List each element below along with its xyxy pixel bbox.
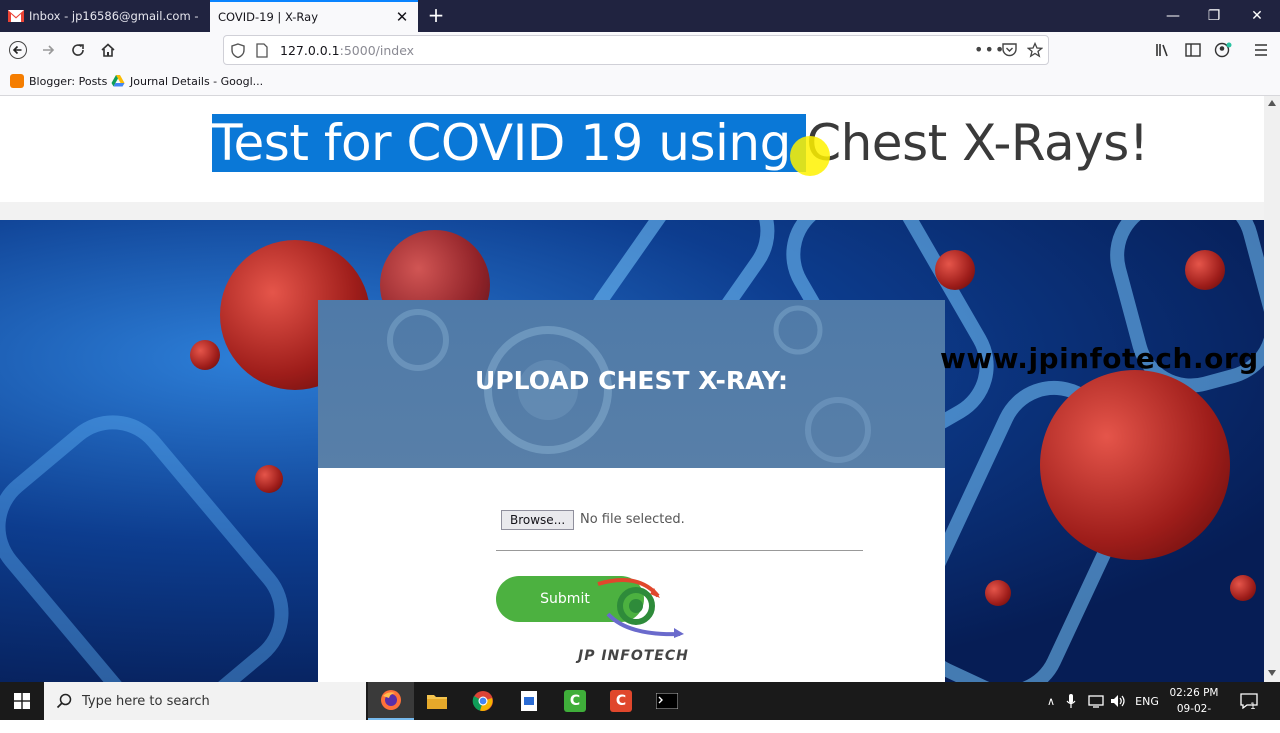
virus-illustration	[255, 465, 283, 493]
notification-center[interactable]: 1	[1236, 682, 1262, 720]
pocket-icon[interactable]	[1002, 43, 1017, 57]
search-icon	[56, 693, 72, 709]
volume-icon[interactable]	[1110, 693, 1126, 709]
virus-illustration	[1185, 250, 1225, 290]
home-icon	[101, 43, 115, 57]
page-header: Test for COVID 19 using Chest X-Rays!	[0, 96, 1264, 202]
page-scrollbar[interactable]	[1264, 96, 1280, 682]
virus-illustration	[1040, 370, 1230, 560]
taskbar-camtasia-red[interactable]: C	[598, 682, 644, 720]
camtasia-recorder-icon: C	[610, 690, 632, 712]
url-path: :5000/index	[339, 43, 415, 58]
gmail-icon	[8, 8, 24, 24]
language-indicator[interactable]: ENG	[1132, 682, 1162, 720]
forward-button[interactable]	[34, 36, 62, 64]
bookmark-blogger-posts[interactable]: Blogger: Posts	[10, 74, 107, 88]
url-host: 127.0.0.1	[280, 43, 340, 58]
blogger-icon	[10, 74, 24, 88]
url-text[interactable]: 127.0.0.1:5000/index	[280, 43, 414, 58]
menu-icon[interactable]	[1253, 43, 1269, 57]
chrome-icon	[472, 691, 493, 711]
cursor-highlight	[790, 136, 830, 176]
selected-title-text: Test for COVID 19 using	[212, 114, 807, 172]
virus-illustration	[190, 340, 220, 370]
new-tab-button[interactable]: +	[425, 4, 447, 26]
file-status-label: No file selected.	[580, 512, 685, 527]
upload-heading: UPLOAD CHEST X-RAY:	[475, 366, 788, 395]
sidebar-icon[interactable]	[1185, 43, 1201, 57]
header-divider	[0, 202, 1264, 220]
document-icon	[521, 691, 537, 711]
minimize-icon[interactable]: —	[1150, 0, 1196, 32]
taskbar-chrome[interactable]	[460, 682, 506, 720]
taskbar-terminal[interactable]	[644, 682, 690, 720]
file-input-underline	[496, 550, 863, 551]
brand-name: JP INFOTECH	[578, 648, 689, 664]
bookmark-star-icon[interactable]	[1027, 42, 1043, 58]
terminal-icon	[656, 693, 678, 709]
virus-illustration	[1230, 575, 1256, 601]
hero-background: UPLOAD CHEST X-RAY: Browse... No file se…	[0, 220, 1264, 682]
tab-covid-xray[interactable]: COVID-19 | X-Ray ✕	[210, 0, 418, 32]
network-icon[interactable]	[1088, 694, 1104, 708]
navigation-bar: 127.0.0.1:5000/index •••	[0, 32, 1280, 68]
close-icon[interactable]: ✕	[394, 9, 410, 25]
tray-expand-icon[interactable]: ∧	[1042, 682, 1060, 720]
title-bar: Inbox - jp16586@gmail.com - G COVID-19 |…	[0, 0, 1280, 32]
google-drive-icon	[111, 75, 125, 87]
taskbar: Type here to search C C ∧ ENG 02:26 PM 0…	[0, 682, 1280, 731]
virus-illustration	[935, 250, 975, 290]
camtasia-icon: C	[564, 690, 586, 712]
firefox-icon	[381, 690, 401, 710]
forward-arrow-icon	[43, 45, 55, 55]
back-arrow-icon	[9, 41, 27, 59]
window-close-icon[interactable]: ✕	[1234, 0, 1280, 32]
clock-time: 02:26 PM	[1169, 687, 1219, 699]
taskbar-search-box[interactable]: Type here to search	[44, 682, 366, 720]
dna-helix-strand	[0, 390, 314, 682]
start-button[interactable]	[0, 682, 44, 720]
scroll-up-icon[interactable]	[1268, 100, 1276, 106]
tab-label: COVID-19 | X-Ray	[218, 10, 319, 24]
taskbar-document-viewer[interactable]	[506, 682, 552, 720]
reload-button[interactable]	[64, 36, 92, 64]
bookmark-label: Journal Details - Googl...	[130, 74, 264, 88]
search-placeholder: Type here to search	[82, 693, 210, 709]
library-icon[interactable]	[1155, 43, 1171, 57]
browse-button[interactable]: Browse...	[501, 510, 575, 530]
title-rest-text: Chest X-Rays!	[806, 114, 1149, 172]
upload-form: Browse... No file selected. Submit JP IN…	[318, 468, 945, 682]
windows-logo-icon	[14, 693, 30, 709]
notification-count: 1	[1250, 702, 1256, 712]
account-icon[interactable]	[1214, 42, 1232, 58]
taskbar-firefox[interactable]	[368, 682, 414, 720]
page-title: Test for COVID 19 using Chest X-Rays!	[212, 114, 1149, 172]
clock-date: 09-02-2021	[1176, 703, 1212, 731]
page-viewport: Test for COVID 19 using Chest X-Rays! UP…	[0, 96, 1264, 682]
tab-gmail-inbox[interactable]: Inbox - jp16586@gmail.com - G	[0, 0, 210, 32]
tab-label: Inbox - jp16586@gmail.com - G	[29, 9, 202, 23]
shield-icon[interactable]	[231, 43, 245, 58]
home-button[interactable]	[94, 36, 122, 64]
page-info-icon[interactable]	[256, 43, 268, 58]
folder-icon	[427, 695, 447, 709]
scroll-down-icon[interactable]	[1268, 670, 1276, 676]
back-button[interactable]	[4, 36, 32, 64]
bookmark-journal-details[interactable]: Journal Details - Googl...	[111, 74, 263, 88]
upload-card: UPLOAD CHEST X-RAY: Browse... No file se…	[318, 300, 945, 682]
taskbar-file-explorer[interactable]	[414, 682, 460, 720]
restore-icon[interactable]: ❐	[1191, 0, 1237, 32]
jp-infotech-logo	[597, 578, 684, 638]
clock[interactable]: 02:26 PM 09-02-2021	[1164, 685, 1224, 733]
taskbar-camtasia-green[interactable]: C	[552, 682, 598, 720]
watermark-text: www.jpinfotech.org	[940, 342, 1259, 375]
page-actions-icon[interactable]: •••	[974, 40, 1005, 59]
url-bar[interactable]: 127.0.0.1:5000/index •••	[223, 35, 1049, 65]
upload-card-banner: UPLOAD CHEST X-RAY:	[318, 300, 945, 468]
bookmark-label: Blogger: Posts	[29, 74, 108, 88]
microphone-icon[interactable]	[1066, 693, 1076, 709]
reload-icon	[72, 44, 84, 56]
virus-illustration	[985, 580, 1011, 606]
bookmarks-toolbar: Blogger: Posts Journal Details - Googl..…	[0, 68, 1280, 96]
